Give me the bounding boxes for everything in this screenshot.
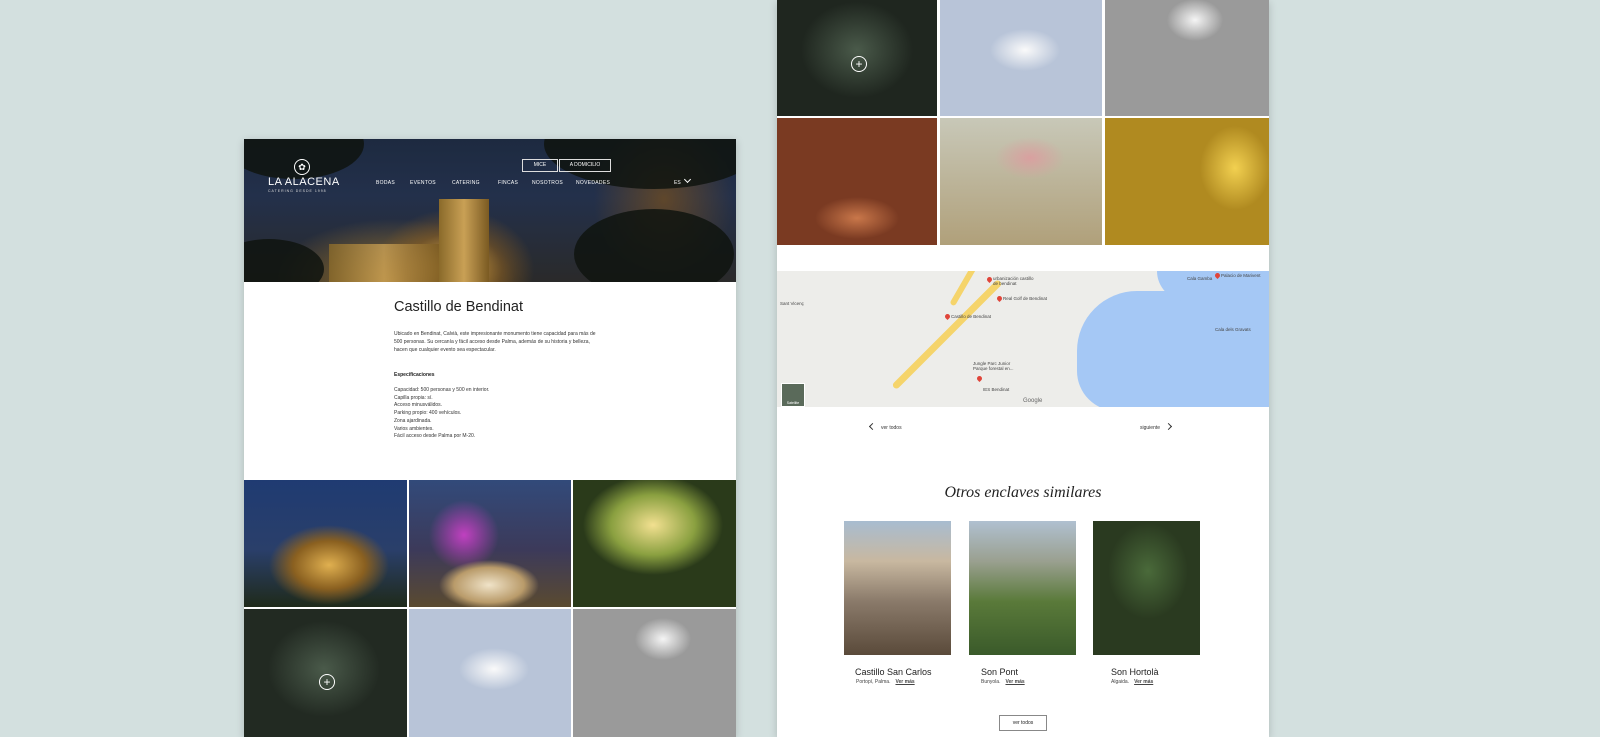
gallery-photo[interactable]	[1105, 118, 1269, 245]
hero-banner: ✿ LA ALACENA CATERING DESDE 1998 MICE A …	[244, 139, 736, 282]
next-label: siguiente	[1140, 425, 1161, 431]
spec-item: Zona ajardinada.	[394, 417, 432, 424]
venue-card-location-text: Bunyola.	[981, 679, 1001, 685]
satellite-toggle[interactable]: Satellite	[781, 383, 805, 407]
map-label: IES Bendinat	[983, 387, 1010, 392]
gallery-photo[interactable]	[244, 480, 407, 607]
venue-page-mockup-continued: + urbanización castillo de bendinat Real…	[777, 0, 1269, 737]
map-pin-icon[interactable]	[943, 312, 952, 321]
logo-tagline: CATERING DESDE 1998	[268, 189, 327, 193]
nav-nosotros[interactable]: NOSOTROS	[532, 180, 563, 186]
venue-card-image[interactable]	[844, 521, 951, 655]
nav-novedades[interactable]: NOVEDADES	[576, 180, 610, 186]
gallery-photo[interactable]	[573, 480, 736, 607]
gallery-photo[interactable]	[777, 118, 937, 245]
plus-circle-icon[interactable]: +	[319, 674, 335, 690]
spec-item: Capacidad: 500 personas y 500 en interio…	[394, 387, 490, 393]
spec-item: Acceso minusválidos.	[394, 402, 443, 409]
venue-card-location: Portopí, Palma. Ver más	[856, 679, 915, 685]
specs-list: Capacidad: 500 personas y 500 en interio…	[394, 387, 489, 441]
gallery-photo[interactable]	[940, 0, 1102, 116]
gallery-photo[interactable]	[573, 609, 736, 737]
specs-heading: Especificaciones	[394, 372, 435, 378]
map-label: Castillo de Bendinat	[951, 314, 992, 319]
map-label: Sant Vicenç	[780, 301, 804, 306]
spec-item: Parking propio: 400 vehículos.	[394, 410, 462, 417]
nav-fincas[interactable]: FINCAS	[498, 180, 518, 186]
castle-tower	[439, 199, 489, 282]
language-selector[interactable]: ES	[674, 175, 691, 186]
gallery-photo[interactable]	[409, 480, 571, 607]
similar-venues-heading: Otros enclaves similares	[944, 484, 1102, 501]
nav-eventos[interactable]: EVENTOS	[410, 180, 436, 186]
venue-card-title[interactable]: Son Pont	[981, 667, 1018, 677]
map-label: Real Golf de Bendinat	[1003, 296, 1048, 301]
venue-card-image[interactable]	[1093, 521, 1200, 655]
gallery-photo-more[interactable]: +	[244, 609, 407, 737]
location-map[interactable]: urbanización castillo de bendinat Real G…	[777, 271, 1269, 407]
gallery-photo[interactable]	[409, 609, 571, 737]
map-label: Cala Gamba	[1187, 276, 1213, 281]
spec-item: Fácil acceso desde Palma por M-20.	[394, 433, 476, 440]
google-logo: Google	[1023, 398, 1043, 404]
map-road	[891, 278, 1003, 391]
venue-card-location: Bunyola. Ver más	[981, 679, 1025, 685]
map-label: Jungle Parc Junior Parque forestal en...	[973, 361, 1014, 371]
map-label: urbanización castillo de bendinat	[993, 276, 1034, 286]
page-title: Castillo de Bendinat	[394, 299, 523, 315]
gallery-photo[interactable]	[940, 118, 1102, 245]
a-domicilio-button[interactable]: A DOMICILIO	[559, 159, 611, 172]
map-pin-icon[interactable]	[995, 294, 1004, 303]
ver-mas-link[interactable]: Ver más	[895, 679, 914, 685]
spec-item: Capilla propia: sí.	[394, 394, 433, 401]
castle-wall	[329, 244, 439, 282]
satellite-label: Satellite	[786, 401, 800, 405]
chevron-left-icon	[868, 422, 877, 431]
venue-page-mockup: ✿ LA ALACENA CATERING DESDE 1998 MICE A …	[244, 139, 736, 737]
mice-button[interactable]: MICE	[522, 159, 558, 172]
venue-card-location: Algaida. Ver más	[1111, 679, 1153, 685]
gallery-photo[interactable]	[1105, 0, 1269, 116]
prev-link[interactable]: ver todos	[868, 422, 902, 431]
logo[interactable]: LA ALACENA	[268, 176, 340, 188]
map-pin-icon[interactable]	[975, 374, 984, 383]
nav-catering[interactable]: CATERING	[452, 180, 480, 186]
plus-circle-icon[interactable]: +	[851, 56, 867, 72]
venue-card-location-text: Algaida.	[1111, 679, 1130, 685]
next-link[interactable]: siguiente	[1140, 422, 1173, 431]
map-pin-icon[interactable]	[985, 275, 994, 284]
ver-mas-link[interactable]: Ver más	[1005, 679, 1024, 685]
prev-label: ver todos	[881, 425, 902, 431]
nav-bodas[interactable]: BODAS	[376, 180, 395, 186]
map-label: Palacio de Marivent	[1221, 273, 1261, 278]
map-sea	[1077, 291, 1269, 407]
gallery-photo-more[interactable]: +	[777, 0, 937, 116]
chevron-right-icon	[1164, 422, 1173, 431]
venue-card-image[interactable]	[969, 521, 1076, 655]
ver-mas-link[interactable]: Ver más	[1134, 679, 1153, 685]
venue-card-title[interactable]: Castillo San Carlos	[855, 667, 932, 677]
map-label: Cala dels Gravats	[1215, 327, 1251, 332]
spec-item: Varios ambientes.	[394, 425, 434, 432]
venue-card-title[interactable]: Son Hortolà	[1111, 667, 1159, 677]
view-all-button[interactable]: ver todos	[999, 715, 1047, 731]
venue-card-location-text: Portopí, Palma.	[856, 679, 891, 685]
logo-icon[interactable]: ✿	[294, 159, 310, 175]
language-label: ES	[674, 180, 681, 186]
venue-description: Ubicado en Bendinat, Calvià, este impres…	[394, 331, 596, 353]
